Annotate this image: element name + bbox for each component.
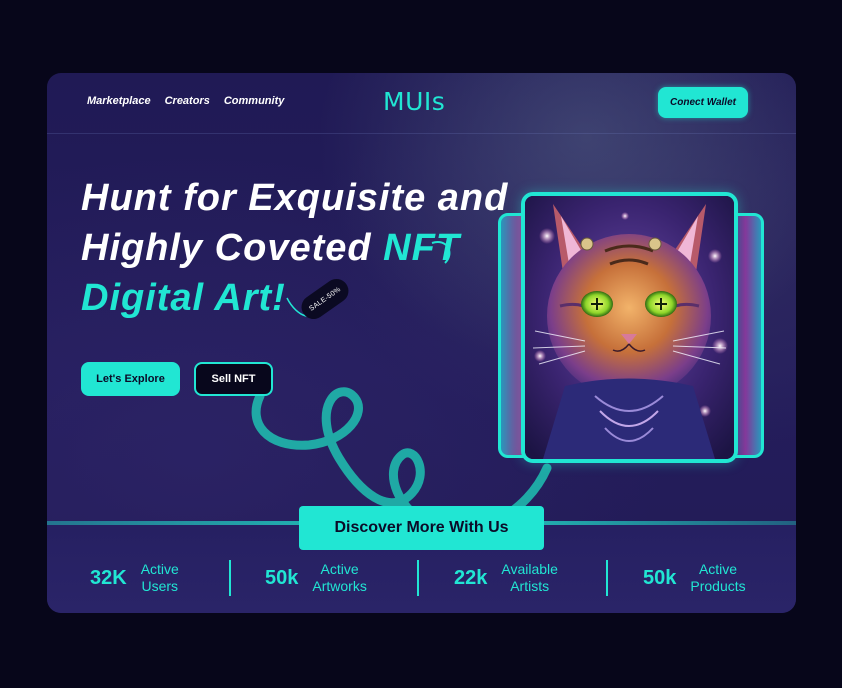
top-nav: Marketplace Creators Community MUIs Cone… xyxy=(47,73,796,134)
stat-value: 50k xyxy=(643,566,677,589)
nav-link-creators[interactable]: Creators xyxy=(165,95,210,107)
hero-card: Marketplace Creators Community MUIs Cone… xyxy=(47,73,796,613)
hero-headline: Hunt for Exquisite and Highly Coveted NF… xyxy=(81,173,508,323)
cat-artwork-image xyxy=(525,196,734,459)
stat-divider xyxy=(417,560,419,596)
stat-active-users: 32K Active Users xyxy=(90,560,179,596)
stat-active-artworks: 50k Active Artworks xyxy=(265,560,367,596)
headline-nft: NFT xyxy=(383,227,461,269)
stat-label: Active Artworks xyxy=(312,561,367,594)
stat-value: 32K xyxy=(90,566,127,589)
sell-nft-button[interactable]: Sell NFT xyxy=(194,362,273,396)
headline-line1: Hunt for Exquisite and xyxy=(81,177,509,219)
explore-button[interactable]: Let's Explore xyxy=(81,362,180,396)
stats-row: 32K Active Users 50k Active Artworks 22k… xyxy=(47,560,796,596)
headline-line3: Digital Art! xyxy=(81,277,286,319)
headline-line2: Highly Coveted xyxy=(81,227,384,269)
discover-more-button[interactable]: Discover More With Us xyxy=(299,506,544,550)
nav-link-marketplace[interactable]: Marketplace xyxy=(87,95,151,107)
stat-available-artists: 22k Available Artists xyxy=(454,560,558,596)
nav-link-community[interactable]: Community xyxy=(224,95,285,107)
brand-logo[interactable]: MUIs xyxy=(383,87,445,116)
stat-label: Active Users xyxy=(140,561,179,594)
stat-divider xyxy=(229,560,231,596)
stat-label: Available Artists xyxy=(501,561,558,594)
stat-label: Active Products xyxy=(690,561,746,594)
stat-active-products: 50k Active Products xyxy=(643,560,746,596)
stat-value: 50k xyxy=(265,566,299,589)
stat-value: 22k xyxy=(454,566,488,589)
artwork-front-card[interactable] xyxy=(521,192,738,463)
stat-divider xyxy=(606,560,608,596)
nav-links: Marketplace Creators Community xyxy=(87,95,284,107)
connect-wallet-button[interactable]: Conect Wallet xyxy=(658,87,748,118)
